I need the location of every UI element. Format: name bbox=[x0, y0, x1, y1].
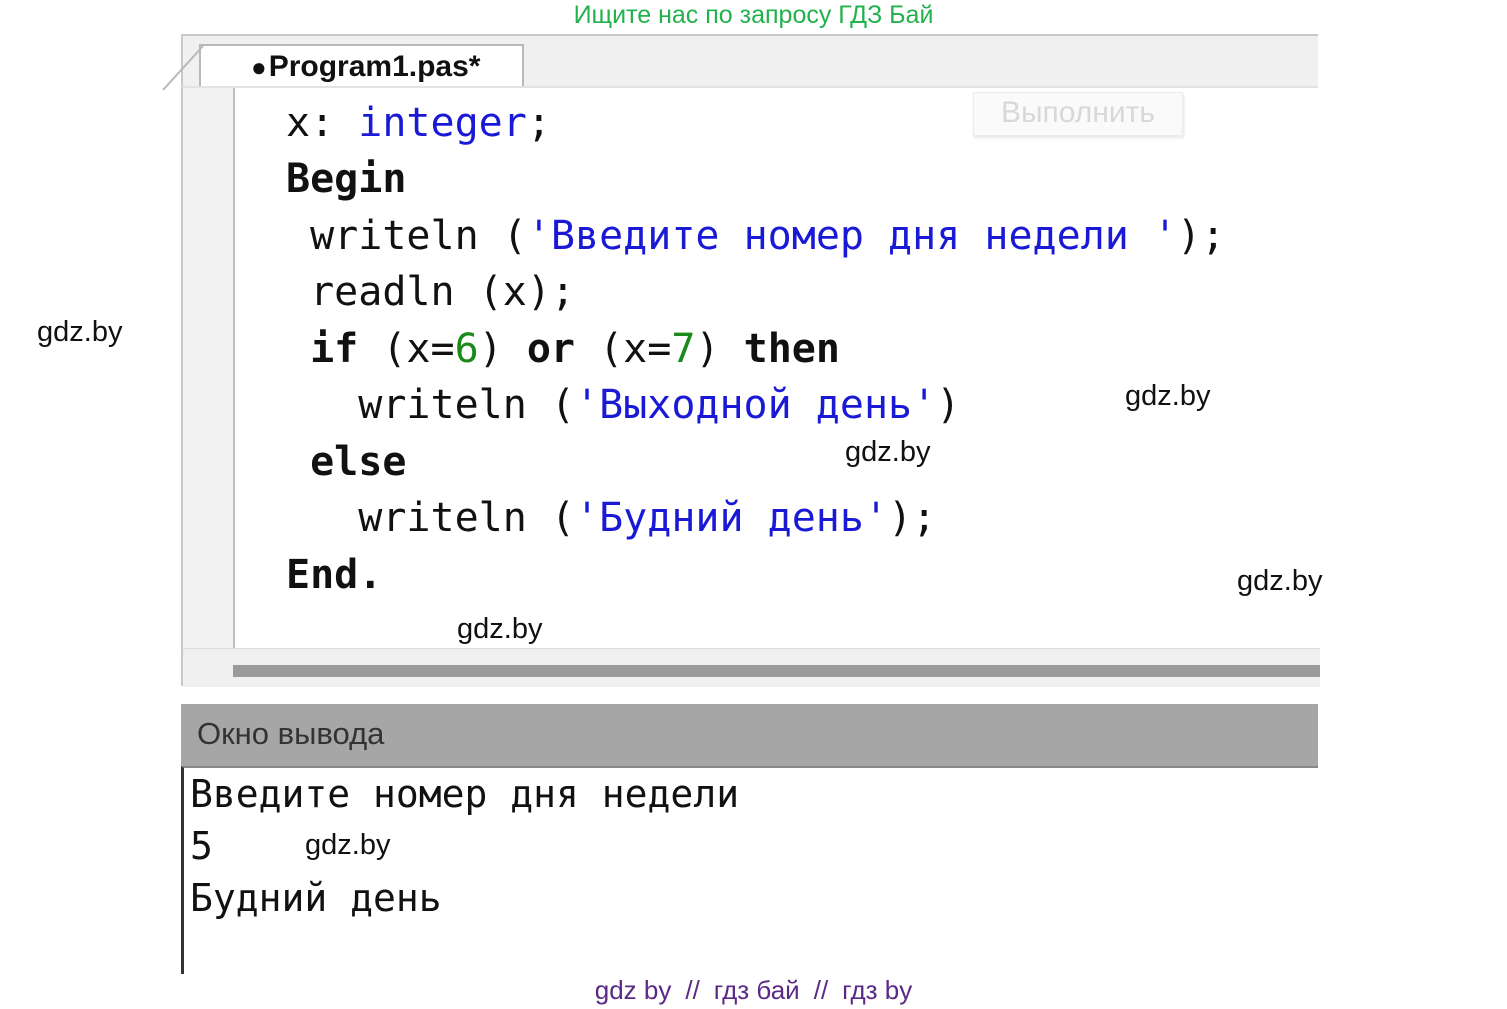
code-line-4: readln (x); bbox=[286, 269, 575, 315]
tab-bar: ●Program1.pas* bbox=[162, 34, 1318, 90]
watermark-bottom-1: gdz by bbox=[594, 975, 672, 1005]
watermark-bottom-3: гдз by bbox=[842, 975, 913, 1005]
output-line-2: 5 bbox=[190, 824, 213, 868]
code-line-9: End. bbox=[286, 552, 383, 598]
run-button[interactable]: Выполнить bbox=[973, 92, 1183, 136]
tab-filename: Program1.pas* bbox=[268, 50, 481, 83]
watermark-gdz: gdz.by bbox=[457, 613, 543, 645]
watermark-bottom: gdz by // гдз бай // гдз by bbox=[0, 975, 1507, 1006]
watermark-separator: // bbox=[813, 975, 829, 1005]
unsaved-dot-icon: ● bbox=[251, 52, 267, 82]
tab-program1[interactable]: ●Program1.pas* bbox=[162, 44, 524, 90]
code-line-5: if (x=6) or (x=7) then bbox=[286, 326, 840, 372]
watermark-gdz: gdz.by bbox=[1125, 380, 1211, 412]
tab-slant-shape bbox=[162, 45, 204, 90]
horizontal-scrollbar[interactable] bbox=[183, 648, 1320, 687]
output-panel-title: Окно вывода bbox=[197, 716, 385, 751]
code-line-8: writeln ('Будний день'); bbox=[286, 495, 937, 541]
code-line-3: writeln ('Введите номер дня недели '); bbox=[286, 213, 1226, 259]
code-line-2: Begin bbox=[286, 156, 407, 202]
watermark-gdz: gdz.by bbox=[845, 436, 931, 468]
scrollbar-thumb[interactable] bbox=[233, 665, 1320, 677]
code-line-6: writeln ('Выходной день') bbox=[286, 382, 961, 428]
editor-gutter bbox=[183, 88, 235, 648]
output-line-1: Введите номер дня недели bbox=[190, 772, 740, 816]
code-line-7: else bbox=[286, 439, 407, 485]
watermark-top: Ищите нас по запросу ГДЗ Бай bbox=[573, 1, 934, 29]
output-panel[interactable]: Введите номер дня недели 5 Будний день bbox=[181, 766, 1318, 974]
code-line-1: x: integer; bbox=[286, 100, 551, 146]
watermark-gdz: gdz.by bbox=[305, 829, 391, 861]
watermark-gdz: gdz.by bbox=[37, 316, 123, 348]
output-panel-header: Окно вывода bbox=[181, 704, 1318, 766]
output-line-3: Будний день bbox=[190, 876, 442, 920]
watermark-separator: // bbox=[685, 975, 700, 1005]
watermark-bottom-2: гдз бай bbox=[713, 975, 800, 1005]
watermark-gdz: gdz.by bbox=[1237, 565, 1323, 597]
tab-label: ●Program1.pas* bbox=[251, 50, 480, 84]
